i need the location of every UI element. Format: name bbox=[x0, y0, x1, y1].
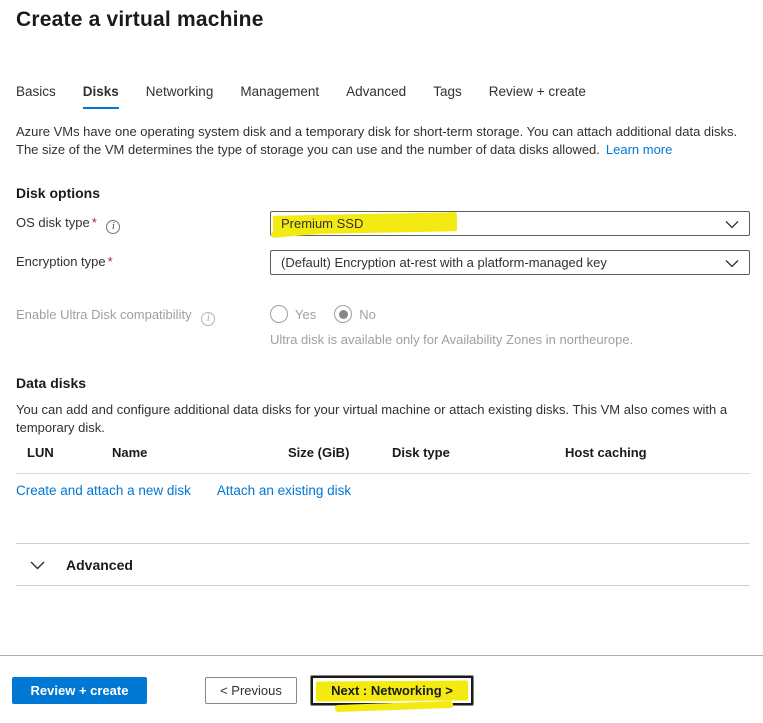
data-disks-description: You can add and configure additional dat… bbox=[16, 401, 750, 437]
advanced-section-label: Advanced bbox=[66, 557, 133, 573]
chevron-down-icon bbox=[30, 560, 45, 570]
previous-button[interactable]: < Previous bbox=[205, 677, 297, 704]
column-header-name: Name bbox=[112, 445, 288, 460]
highlight-annotation-tail bbox=[335, 701, 453, 712]
tab-management[interactable]: Management bbox=[240, 84, 319, 109]
ultra-disk-row: Enable Ultra Disk compatibility i Yes No… bbox=[16, 303, 750, 347]
required-asterisk: * bbox=[108, 254, 113, 269]
ultra-disk-radio-group: Yes No bbox=[270, 303, 750, 323]
radio-yes bbox=[270, 305, 288, 323]
os-disk-type-label: OS disk type* i bbox=[16, 211, 270, 234]
data-disks-heading: Data disks bbox=[16, 375, 750, 391]
radio-option-no: No bbox=[334, 305, 376, 323]
tab-review-create[interactable]: Review + create bbox=[489, 84, 586, 109]
info-icon[interactable]: i bbox=[201, 312, 215, 326]
tab-advanced[interactable]: Advanced bbox=[346, 84, 406, 109]
tab-networking[interactable]: Networking bbox=[146, 84, 214, 109]
column-header-lun: LUN bbox=[27, 445, 112, 460]
os-disk-type-row: OS disk type* i Premium SSD bbox=[16, 211, 750, 236]
next-button-label: Next : Networking > bbox=[331, 683, 453, 698]
chevron-down-icon bbox=[725, 220, 739, 229]
os-disk-type-value: Premium SSD bbox=[281, 216, 363, 231]
radio-dot bbox=[339, 310, 348, 319]
radio-option-yes: Yes bbox=[270, 305, 316, 323]
data-disks-table-header: LUN Name Size (GiB) Disk type Host cachi… bbox=[16, 445, 750, 474]
data-disks-links: Create and attach a new disk Attach an e… bbox=[16, 483, 750, 498]
divider bbox=[16, 543, 750, 544]
encryption-type-dropdown[interactable]: (Default) Encryption at-rest with a plat… bbox=[270, 250, 750, 275]
divider bbox=[16, 585, 750, 586]
required-asterisk: * bbox=[92, 215, 97, 230]
info-icon[interactable]: i bbox=[106, 220, 120, 234]
column-header-disk-type: Disk type bbox=[392, 445, 565, 460]
ultra-disk-label: Enable Ultra Disk compatibility i bbox=[16, 303, 270, 326]
chevron-down-icon bbox=[725, 259, 739, 268]
encryption-type-row: Encryption type* (Default) Encryption at… bbox=[16, 250, 750, 275]
create-attach-new-disk-link[interactable]: Create and attach a new disk bbox=[16, 483, 191, 498]
encryption-type-value: (Default) Encryption at-rest with a plat… bbox=[281, 255, 607, 270]
os-disk-type-dropdown[interactable]: Premium SSD bbox=[270, 211, 750, 236]
attach-existing-disk-link[interactable]: Attach an existing disk bbox=[217, 483, 351, 498]
tab-basics[interactable]: Basics bbox=[16, 84, 56, 109]
intro-text: Azure VMs have one operating system disk… bbox=[16, 123, 750, 159]
column-header-host-caching: Host caching bbox=[565, 445, 750, 460]
learn-more-link[interactable]: Learn more bbox=[606, 142, 672, 157]
footer-actions: Review + create < Previous Next : Networ… bbox=[12, 676, 473, 705]
tab-disks[interactable]: Disks bbox=[83, 84, 119, 109]
advanced-expander[interactable]: Advanced bbox=[16, 554, 750, 576]
tab-tags[interactable]: Tags bbox=[433, 84, 462, 109]
disk-options-heading: Disk options bbox=[16, 185, 750, 201]
radio-no-label: No bbox=[359, 307, 376, 322]
column-header-size: Size (GiB) bbox=[288, 445, 392, 460]
radio-no-selected bbox=[334, 305, 352, 323]
footer-divider bbox=[0, 655, 763, 656]
next-networking-button[interactable]: Next : Networking > bbox=[311, 676, 473, 705]
ultra-disk-helper-text: Ultra disk is available only for Availab… bbox=[270, 332, 750, 347]
page-title: Create a virtual machine bbox=[16, 8, 750, 32]
encryption-type-label: Encryption type* bbox=[16, 250, 270, 269]
create-vm-page: Create a virtual machine Basics Disks Ne… bbox=[0, 0, 763, 723]
radio-yes-label: Yes bbox=[295, 307, 316, 322]
wizard-tabs: Basics Disks Networking Management Advan… bbox=[16, 84, 750, 109]
review-create-button[interactable]: Review + create bbox=[12, 677, 147, 704]
